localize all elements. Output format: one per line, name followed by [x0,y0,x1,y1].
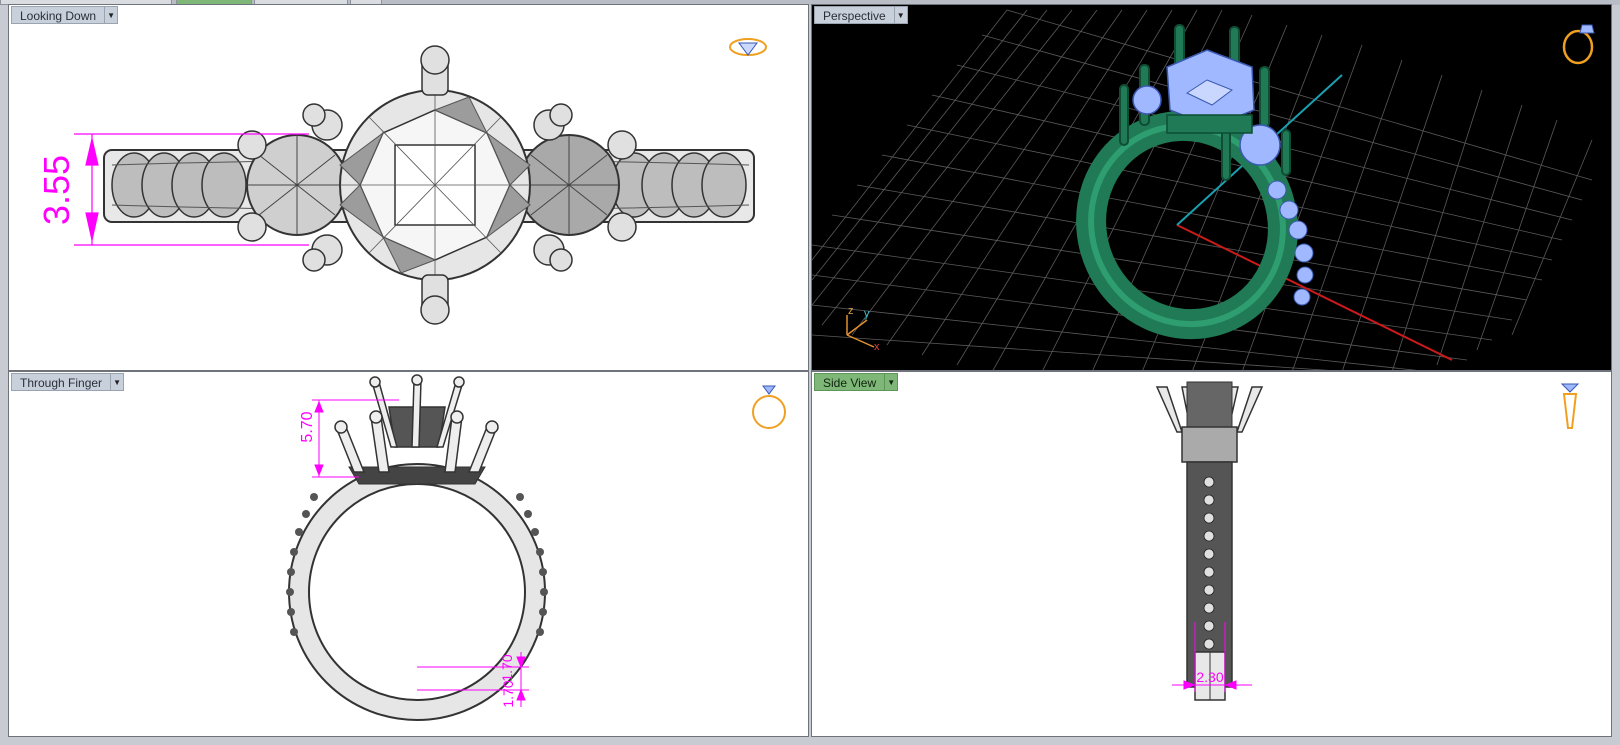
viewport-title[interactable]: Side View [814,373,885,391]
viewport-title-bar[interactable]: Perspective ▼ [814,6,908,24]
ring-widget-icon[interactable] [1560,21,1600,72]
ring-widget-icon[interactable] [749,382,789,435]
dimension-label: 3.55 [36,155,77,225]
dimension-label-band: 1.70 [500,680,516,707]
viewport-side-view[interactable]: Side View ▼ 2.30 [811,371,1612,737]
ring-front-drawing: 5.70 1.70 1.70 [286,374,548,721]
view-menu-arrow-icon[interactable]: ▼ [110,373,125,391]
ring-widget-icon[interactable] [727,33,769,66]
ring-top-drawing: 3.55 [36,45,755,325]
axis-z-label: z [848,305,854,317]
view-menu-arrow-icon[interactable]: ▼ [884,373,899,391]
view-menu-arrow-icon[interactable]: ▼ [893,6,908,24]
viewport-title[interactable]: Perspective [814,6,894,24]
axis-y-label: y [864,308,870,320]
dimension-label-band: 1.70 [499,654,515,681]
viewport-title-bar[interactable]: Side View ▼ [814,373,899,391]
dimension-label-height: 5.70 [299,411,316,442]
viewport-perspective[interactable]: Perspective ▼ z y x [811,4,1612,371]
viewport-looking-down[interactable]: Looking Down ▼ 3.55 [8,4,809,371]
viewport-title-bar[interactable]: Looking Down ▼ [11,6,119,24]
viewport-title[interactable]: Looking Down [11,6,105,24]
viewport-through-finger[interactable]: Through Finger ▼ 5.70 1.70 1.70 [8,371,809,737]
dimension-label: 2.30 [1196,669,1223,685]
ring-side-drawing: 2.30 [1155,381,1264,701]
axis-x-label: x [874,341,880,353]
viewport-title-bar[interactable]: Through Finger ▼ [11,373,125,391]
perspective-scene: z y x [812,9,1593,370]
viewport-title[interactable]: Through Finger [11,373,111,391]
ring-widget-icon[interactable] [1552,382,1588,437]
view-menu-arrow-icon[interactable]: ▼ [104,6,119,24]
